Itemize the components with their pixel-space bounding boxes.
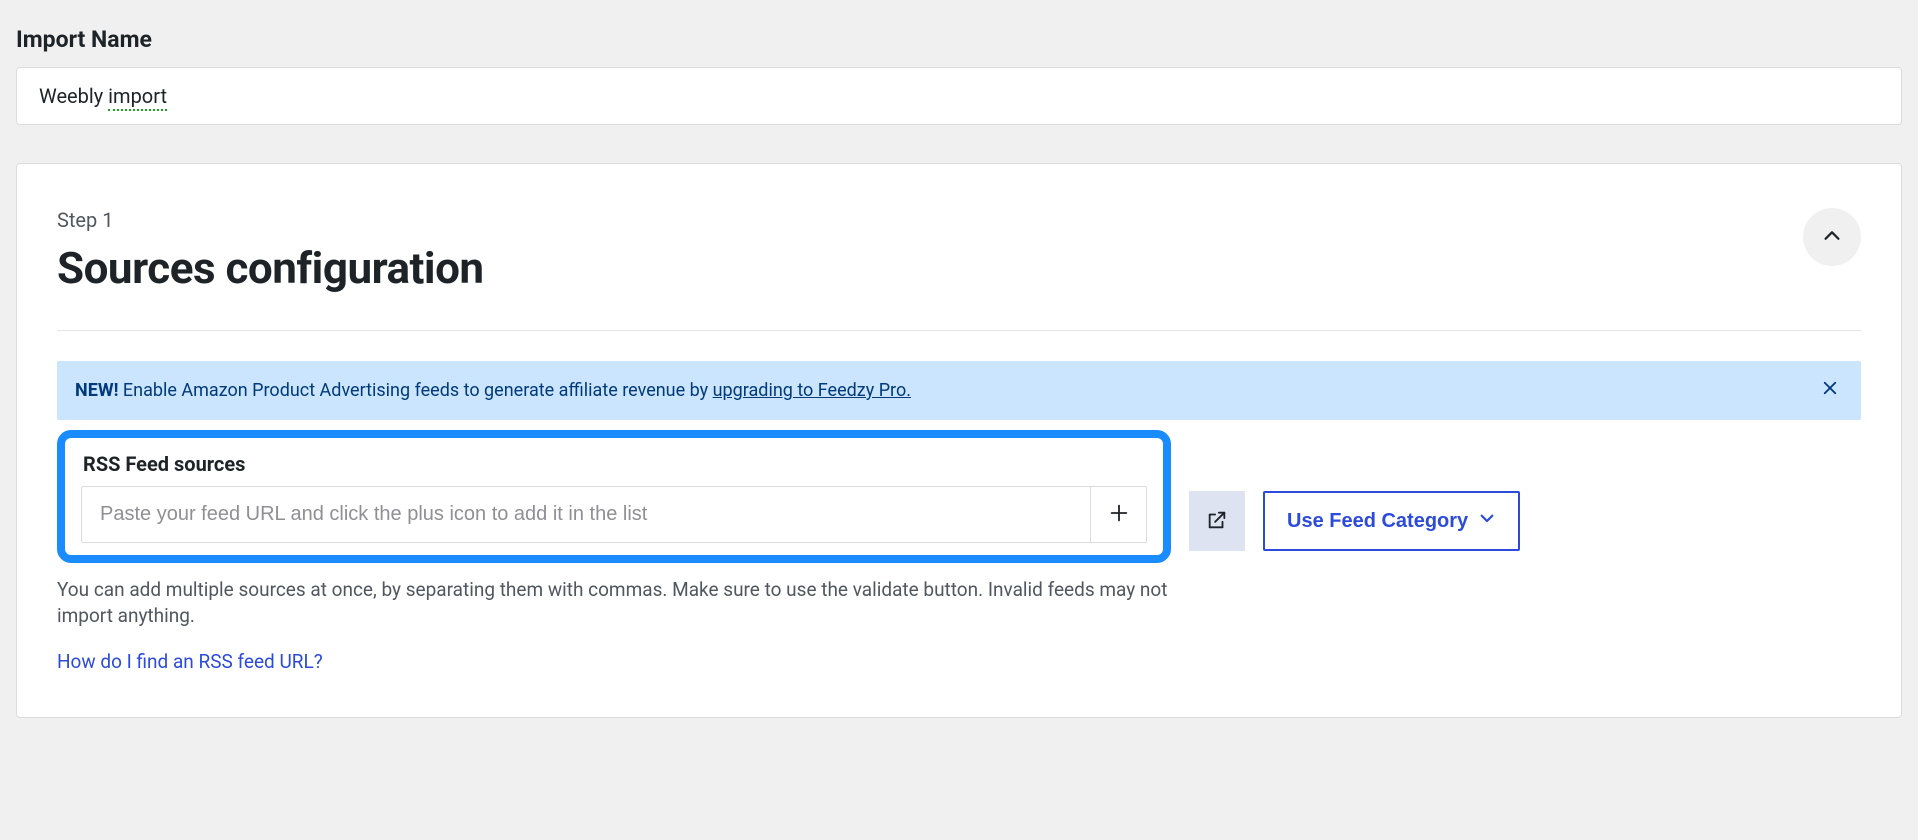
close-icon bbox=[1821, 381, 1839, 402]
chevron-down-icon bbox=[1478, 509, 1496, 533]
external-link-icon bbox=[1206, 509, 1228, 534]
feed-input-row bbox=[81, 486, 1147, 543]
add-feed-button[interactable] bbox=[1090, 487, 1146, 542]
collapse-panel-button[interactable] bbox=[1803, 208, 1861, 266]
feed-help-text: You can add multiple sources at once, by… bbox=[57, 577, 1207, 628]
dismiss-notice-button[interactable] bbox=[1817, 375, 1843, 406]
sources-config-panel: Step 1 Sources configuration NEW! Enable… bbox=[16, 163, 1902, 718]
import-name-value-pre: Weebly bbox=[39, 84, 108, 108]
panel-title: Sources configuration bbox=[57, 242, 484, 294]
feed-sources-highlight: RSS Feed sources bbox=[57, 430, 1171, 563]
upgrade-notice: NEW! Enable Amazon Product Advertising f… bbox=[57, 361, 1861, 420]
import-name-input[interactable]: Weebly import bbox=[16, 67, 1902, 125]
notice-text: Enable Amazon Product Advertising feeds … bbox=[118, 380, 712, 401]
find-rss-help-link[interactable]: How do I find an RSS feed URL? bbox=[57, 650, 323, 673]
step-label: Step 1 bbox=[57, 208, 484, 232]
feed-url-input[interactable] bbox=[82, 487, 1090, 542]
upgrade-link[interactable]: upgrading to Feedzy Pro. bbox=[713, 380, 911, 401]
use-feed-category-label: Use Feed Category bbox=[1287, 510, 1468, 533]
plus-icon bbox=[1108, 502, 1130, 527]
import-name-value-spell: import bbox=[108, 84, 167, 111]
use-feed-category-button[interactable]: Use Feed Category bbox=[1263, 491, 1520, 551]
validate-feed-button[interactable] bbox=[1189, 491, 1245, 551]
divider bbox=[57, 330, 1861, 331]
import-name-label: Import Name bbox=[16, 26, 1902, 53]
notice-badge: NEW! bbox=[75, 380, 118, 401]
feed-sources-label: RSS Feed sources bbox=[83, 452, 1147, 476]
chevron-up-icon bbox=[1821, 225, 1843, 250]
